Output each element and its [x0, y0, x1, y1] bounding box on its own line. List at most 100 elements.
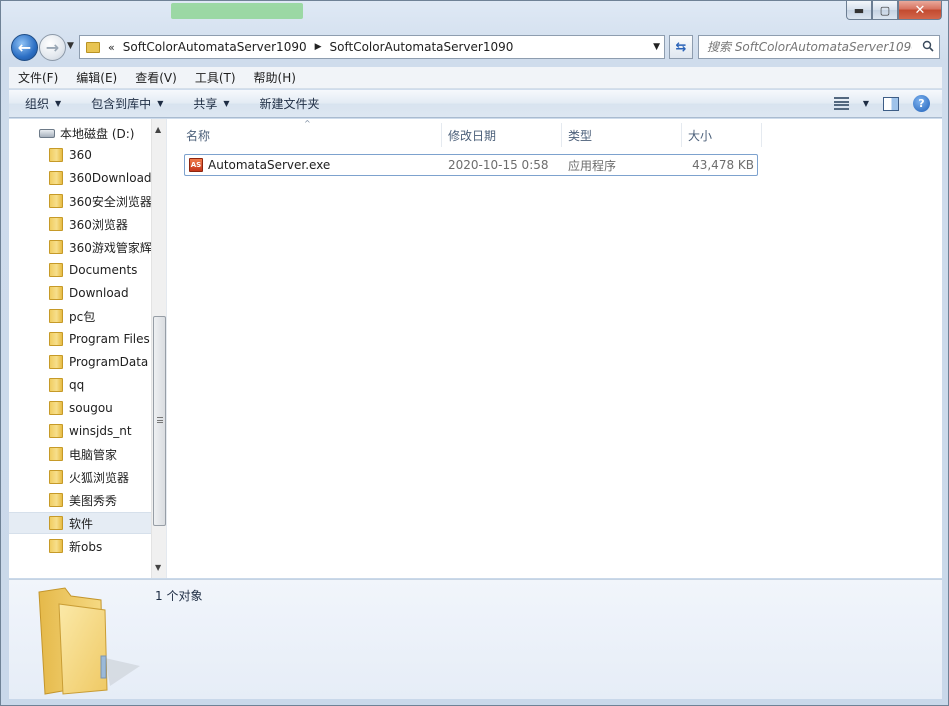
- folder-icon: [49, 470, 63, 484]
- folder-icon: [49, 309, 63, 323]
- folder-icon: [49, 194, 63, 208]
- tree-item-folder[interactable]: winsjds_nt: [9, 420, 151, 442]
- tree-item-label: 360Download: [69, 171, 151, 185]
- organize-label: 组织: [25, 97, 50, 111]
- column-header: ^ 名称 修改日期 类型 大小: [168, 119, 942, 147]
- menu-file[interactable]: 文件(F): [9, 69, 67, 86]
- column-name[interactable]: 名称: [180, 123, 442, 147]
- tree-item-folder[interactable]: 360安全浏览器: [9, 190, 151, 212]
- forward-button[interactable]: →: [39, 34, 66, 61]
- tree-item-folder[interactable]: 360Download: [9, 167, 151, 189]
- explorer-window: ▬ ▢ ✕ ← → ▼ « SoftColorAutomataServer109…: [0, 0, 949, 706]
- tree-item-label: 美图秀秀: [69, 493, 118, 508]
- tree-item-label: 软件: [69, 516, 94, 531]
- file-name: AutomataServer.exe: [208, 158, 331, 172]
- tree-item-folder[interactable]: 360游戏管家辉: [9, 236, 151, 258]
- menu-tools[interactable]: 工具(T): [186, 69, 245, 86]
- search-box[interactable]: [698, 35, 940, 59]
- scroll-down-arrow[interactable]: ▼: [155, 563, 161, 572]
- menu-edit[interactable]: 编辑(E): [67, 69, 126, 86]
- scroll-thumb[interactable]: [153, 316, 166, 526]
- address-dropdown[interactable]: ▼: [653, 42, 660, 52]
- view-options-dropdown[interactable]: ▼: [863, 99, 869, 108]
- column-label: 修改日期: [448, 128, 497, 143]
- tree-item-label: 新obs: [69, 539, 103, 554]
- folder-icon: [49, 539, 63, 553]
- tree-item-drive-d[interactable]: 本地磁盘 (D:): [9, 122, 151, 144]
- tree-item-folder[interactable]: 360: [9, 144, 151, 166]
- folder-icon: [38, 587, 140, 695]
- share-label: 共享: [193, 97, 218, 111]
- file-name-cell: AS AutomataServer.exe: [185, 155, 443, 175]
- back-button[interactable]: ←: [11, 34, 38, 61]
- content-area: 本地磁盘 (D:) 360 360Download 360安全浏览器 360浏览器 36…: [9, 119, 942, 578]
- recent-pages-dropdown[interactable]: ▼: [67, 41, 74, 51]
- breadcrumb-separator[interactable]: ▶: [315, 42, 322, 52]
- menu-view[interactable]: 查看(V): [126, 69, 186, 86]
- application-icon: AS: [189, 158, 203, 172]
- file-list: ^ 名称 修改日期 类型 大小 AS AutomataServer.exe 20…: [168, 119, 942, 578]
- chevron-down-icon: ▼: [157, 99, 164, 108]
- tree-item-folder[interactable]: 电脑管家: [9, 443, 151, 465]
- details-pane: 1 个对象: [9, 579, 942, 699]
- breadcrumb-item[interactable]: SoftColorAutomataServer1090: [330, 40, 514, 54]
- tree-item-label: 360浏览器: [69, 217, 128, 232]
- help-icon[interactable]: ?: [913, 95, 930, 112]
- minimize-button[interactable]: ▬: [846, 1, 872, 20]
- tree-item-folder[interactable]: Program Files: [9, 328, 151, 350]
- new-folder-button[interactable]: 新建文件夹: [244, 95, 334, 112]
- tree-item-folder[interactable]: 新obs: [9, 535, 151, 557]
- item-count: 1 个对象: [155, 589, 203, 603]
- folder-icon: [49, 263, 63, 277]
- tree-item-label: 本地磁盘 (D:): [60, 126, 135, 141]
- navigation-pane: 本地磁盘 (D:) 360 360Download 360安全浏览器 360浏览器 36…: [9, 119, 167, 578]
- chevron-down-icon: ▼: [55, 99, 62, 108]
- tree-item-folder[interactable]: ProgramData: [9, 351, 151, 373]
- folder-icon: [86, 41, 100, 53]
- title-bar-decoration: [171, 3, 303, 19]
- tree-item-label: ProgramData: [69, 355, 149, 369]
- arrow-left-icon: ←: [17, 38, 32, 57]
- refresh-icon: ⇆: [675, 39, 687, 55]
- folder-icon: [49, 401, 63, 415]
- maximize-button[interactable]: ▢: [872, 1, 898, 20]
- include-in-library-button[interactable]: 包含到库中 ▼: [75, 95, 177, 112]
- folder-icon: [49, 516, 63, 530]
- tree-item-label: Documents: [69, 263, 138, 277]
- tree-item-folder[interactable]: pc包: [9, 305, 151, 327]
- folder-icon: [49, 355, 63, 369]
- refresh-button[interactable]: ⇆: [669, 35, 693, 59]
- search-input[interactable]: [707, 40, 912, 54]
- organize-button[interactable]: 组织 ▼: [9, 95, 75, 112]
- tree-item-folder[interactable]: 火狐浏览器: [9, 466, 151, 488]
- file-row[interactable]: AS AutomataServer.exe 2020-10-15 0:58 应用…: [184, 154, 758, 176]
- tree-item-label: Program Files: [69, 332, 150, 346]
- nav-scrollbar[interactable]: ▲ ▼: [151, 119, 166, 578]
- tree-item-folder[interactable]: 360浏览器: [9, 213, 151, 235]
- tree-item-folder[interactable]: qq: [9, 374, 151, 396]
- tree-item-label: qq: [69, 378, 85, 392]
- breadcrumb-item[interactable]: SoftColorAutomataServer1090: [123, 40, 307, 54]
- column-size[interactable]: 大小: [682, 123, 762, 147]
- tree-item-folder[interactable]: Documents: [9, 259, 151, 281]
- tree-item-folder[interactable]: 软件: [9, 512, 151, 534]
- scroll-up-arrow[interactable]: ▲: [155, 125, 161, 134]
- search-icon[interactable]: [922, 40, 934, 52]
- breadcrumb-overflow[interactable]: «: [108, 41, 115, 54]
- tree-item-folder[interactable]: 美图秀秀: [9, 489, 151, 511]
- tree-item-folder[interactable]: Download: [9, 282, 151, 304]
- preview-pane-icon[interactable]: [883, 96, 899, 111]
- share-button[interactable]: 共享 ▼: [177, 95, 243, 112]
- column-modified[interactable]: 修改日期: [442, 123, 562, 147]
- folder-icon: [49, 240, 63, 254]
- tree-item-label: 360: [69, 148, 92, 162]
- close-button[interactable]: ✕: [898, 1, 942, 20]
- file-modified: 2020-10-15 0:58: [448, 158, 549, 172]
- change-view-icon[interactable]: [833, 97, 849, 110]
- file-type: 应用程序: [568, 158, 617, 173]
- tree-item-folder[interactable]: sougou: [9, 397, 151, 419]
- address-bar[interactable]: « SoftColorAutomataServer1090 ▶ SoftColo…: [79, 35, 665, 59]
- menu-help[interactable]: 帮助(H): [245, 69, 305, 86]
- folder-icon: [49, 148, 63, 162]
- column-type[interactable]: 类型: [562, 123, 682, 147]
